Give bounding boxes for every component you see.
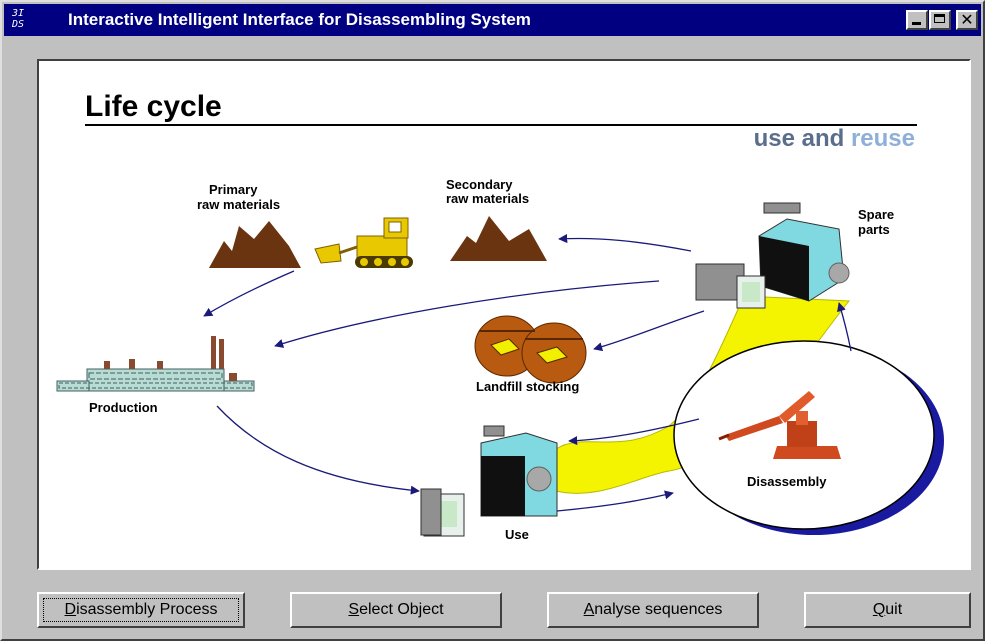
select-object-button[interactable]: Select Object	[290, 592, 502, 628]
primary-mountain-icon	[209, 221, 301, 268]
use-computer-icon	[420, 425, 558, 537]
landfill-barrels-icon	[474, 315, 587, 384]
spare-parts-icon	[695, 202, 850, 309]
arrow-to-secondary	[558, 234, 692, 252]
diagram-heading: Life cycle	[85, 90, 222, 123]
factory-icon	[56, 336, 255, 392]
arrow-to-spare-parts	[837, 302, 852, 352]
bulldozer-icon	[314, 217, 413, 268]
window-title: Interactive Intelligent Interface for Di…	[68, 10, 531, 29]
maximize-icon[interactable]	[929, 10, 951, 30]
life-cycle-diagram: Life cycle use and reuse Primary raw mat…	[56, 90, 944, 542]
arrow-to-production	[274, 280, 660, 348]
app-window: 3I DS Interactive Intelligent Interface …	[0, 0, 985, 641]
arrow-to-landfill	[593, 310, 705, 352]
close-icon[interactable]: ✕	[956, 10, 978, 30]
diagram-subtitle: use and reuse	[754, 125, 915, 152]
disassembly-label: Disassembly	[747, 474, 827, 489]
quit-button[interactable]: Quit	[804, 592, 971, 628]
use-label: Use	[505, 527, 529, 542]
app-logo-icon: 3I DS	[12, 8, 25, 30]
arrow-use-to-disassembly	[556, 490, 674, 512]
landfill-label: Landfill stocking	[476, 379, 579, 394]
arrow-to-use	[216, 405, 420, 495]
disassembly-process-button[interactable]: Disassembly Process	[37, 592, 245, 628]
spare-label-line2: parts	[858, 222, 890, 237]
primary-label-line2: raw materials	[197, 197, 280, 212]
secondary-label-line2: raw materials	[446, 191, 529, 206]
title-bar[interactable]: 3I DS Interactive Intelligent Interface …	[4, 4, 981, 36]
analyse-sequences-button[interactable]: Analyse sequences	[547, 592, 759, 628]
secondary-mountain-icon	[450, 216, 547, 261]
life-cycle-diagram-panel: Life cycle use and reuse Primary raw mat…	[37, 59, 971, 570]
spare-label-line1: Spare	[858, 207, 894, 222]
primary-label-line1: Primary	[209, 182, 258, 197]
arrow-primary-to-production	[203, 270, 295, 317]
secondary-label-line1: Secondary	[446, 177, 513, 192]
minimize-icon[interactable]	[906, 10, 928, 30]
production-label: Production	[89, 400, 158, 415]
